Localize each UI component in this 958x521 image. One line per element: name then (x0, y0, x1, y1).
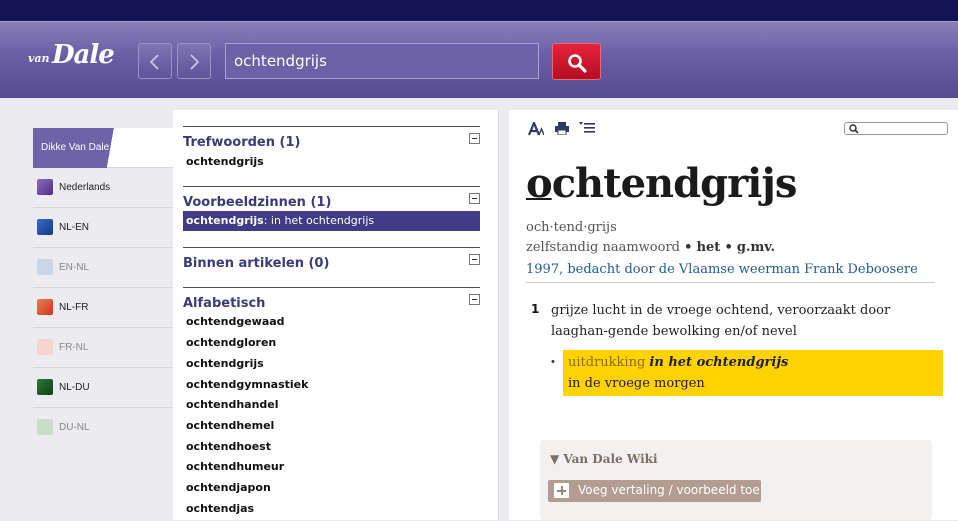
etymology: 1997, bedacht door de Vlaamse weerman Fr… (526, 262, 918, 277)
binnen-artikelen-header[interactable]: Binnen artikelen (0) (183, 256, 329, 271)
voorbeeldzinnen-section: Voorbeeldzinnen (1) ochtendgrijs: in het… (183, 186, 480, 247)
dictionary-color-icon (37, 379, 53, 395)
search-button[interactable] (552, 43, 601, 80)
alfabetisch-section: Alfabetisch ochtendgewaad ochtendgloren … (183, 287, 480, 521)
trefwoorden-section: Trefwoorden (1) ochtendgrijs (183, 126, 480, 187)
list-item[interactable]: ochtendgrijs (186, 357, 264, 370)
search-input[interactable] (226, 44, 538, 78)
sidebar-item-dikke-van-dale[interactable]: Dikke Van Dale (33, 128, 173, 168)
sense-definition: grijze lucht in de vroege ochtend, veroo… (551, 303, 891, 339)
trefwoorden-header[interactable]: Trefwoorden (1) (183, 135, 300, 150)
sidebar-item-nl-fr[interactable]: NL-FR (33, 288, 173, 328)
divider (526, 282, 935, 283)
sense-number: 1 (531, 302, 540, 316)
top-strip (0, 0, 958, 21)
expression-highlight: uitdrukking in het ochtendgrijs in de vr… (563, 350, 943, 396)
dictionary-color-icon (37, 219, 53, 235)
voorbeeldzin-row-selected[interactable]: ochtendgrijs: in het ochtendgrijs (183, 211, 480, 231)
collapse-icon[interactable] (469, 193, 480, 204)
list-item[interactable]: ochtendjas (186, 502, 254, 515)
bullet: • (551, 356, 555, 368)
back-button[interactable] (138, 43, 172, 79)
article-panel: ochtendgrijs och·tend·grijs zelfstandig … (509, 110, 958, 520)
dictionary-sidebar: Dikke Van Dale Nederlands NL-EN EN-NL NL… (33, 128, 173, 448)
chevron-right-icon (190, 54, 200, 70)
syllabification: och·tend·grijs (526, 220, 617, 235)
list-item[interactable]: ochtendhumeur (186, 460, 284, 473)
voorbeeldzinnen-header[interactable]: Voorbeeldzinnen (1) (183, 195, 331, 210)
trefwoord-link[interactable]: ochtendgrijs (186, 155, 264, 168)
results-panel: Trefwoorden (1) ochtendgrijs Voorbeeldzi… (173, 110, 499, 520)
headword: ochtendgrijs (526, 160, 797, 207)
dictionary-color-icon (37, 299, 53, 315)
chevron-left-icon (149, 54, 159, 70)
search-box (225, 43, 539, 79)
binnen-artikelen-section: Binnen artikelen (0) (183, 247, 480, 288)
wiki-title[interactable]: ▼ Van Dale Wiki (550, 452, 658, 466)
list-item[interactable]: ochtendhandel (186, 398, 279, 411)
collapse-icon[interactable] (469, 294, 480, 305)
sidebar-item-fr-nl[interactable]: FR-NL (33, 328, 173, 368)
article-search-input[interactable] (844, 122, 948, 135)
print-icon[interactable] (555, 122, 569, 135)
plus-icon (554, 483, 569, 498)
dictionary-color-icon (37, 259, 53, 275)
dictionary-color-icon (37, 179, 53, 195)
collapse-icon[interactable] (469, 254, 480, 265)
sidebar-item-nl-en[interactable]: NL-EN (33, 208, 173, 248)
dictionary-color-icon (37, 339, 53, 355)
list-item[interactable]: ochtendgewaad (186, 315, 285, 328)
list-view-icon[interactable] (579, 122, 595, 135)
alfabetisch-header[interactable]: Alfabetisch (183, 296, 265, 311)
add-translation-button[interactable]: Voeg vertaling / voorbeeld toe (548, 480, 761, 502)
search-icon (568, 54, 587, 73)
sidebar-item-en-nl[interactable]: EN-NL (33, 248, 173, 288)
dictionary-color-icon (37, 419, 53, 435)
font-size-icon[interactable] (528, 122, 544, 136)
header-bar: van Dale (0, 21, 958, 98)
list-item[interactable]: ochtendhoest (186, 440, 271, 453)
van-dale-wiki-box: ▼ Van Dale Wiki Voeg vertaling / voorbee… (540, 440, 932, 520)
sidebar-item-nederlands[interactable]: Nederlands (33, 168, 173, 208)
forward-button[interactable] (177, 43, 211, 79)
sidebar-item-du-nl[interactable]: DU-NL (33, 408, 173, 448)
list-item[interactable]: ochtendgloren (186, 336, 276, 349)
list-item[interactable]: ochtendjapon (186, 481, 271, 494)
search-icon (849, 124, 859, 134)
collapse-icon[interactable] (469, 133, 480, 144)
list-item[interactable]: ochtendgymnastiek (186, 378, 308, 391)
list-item[interactable]: ochtendhemel (186, 419, 274, 432)
sidebar-item-nl-du[interactable]: NL-DU (33, 368, 173, 408)
grammar-info: zelfstandig naamwoord • het • g.mv. (526, 240, 776, 255)
